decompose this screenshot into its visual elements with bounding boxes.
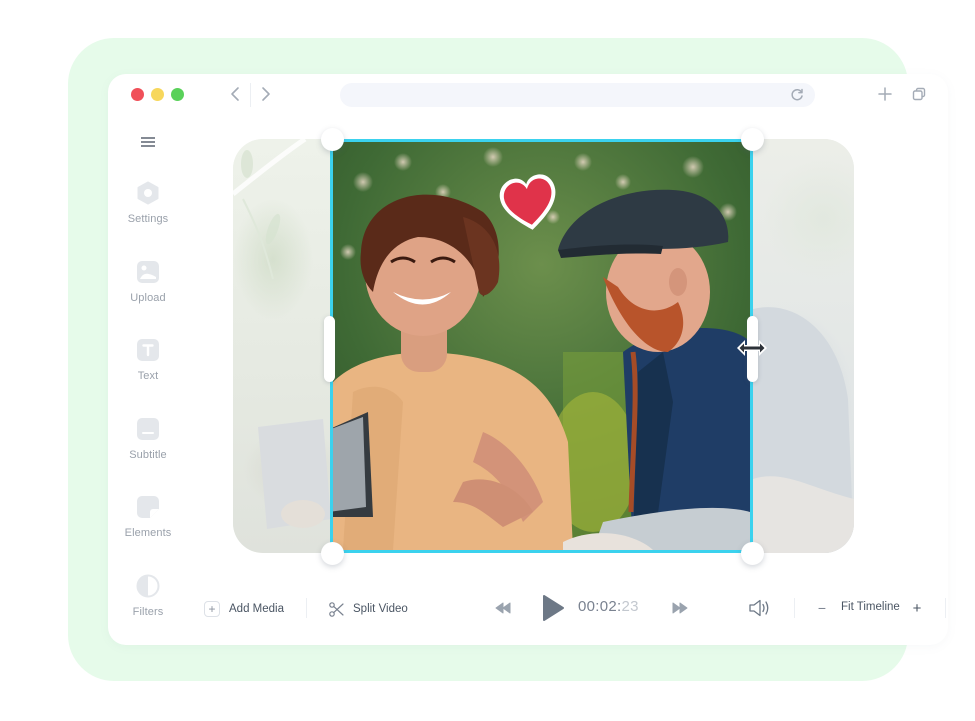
zoom-out-button[interactable]: − — [815, 599, 829, 617]
chevron-left-icon — [231, 87, 239, 101]
resize-handle-left[interactable] — [324, 316, 335, 382]
volume-button[interactable] — [748, 598, 772, 618]
reload-button[interactable] — [788, 86, 806, 104]
split-video-label: Split Video — [353, 603, 408, 615]
fast-forward-button[interactable] — [672, 601, 688, 615]
sidebar-item-label: Settings — [127, 213, 169, 225]
sidebar-item-label: Elements — [124, 527, 172, 539]
image-upload-icon — [136, 260, 160, 284]
play-button[interactable] — [541, 594, 565, 622]
minimize-window-button[interactable] — [151, 88, 164, 101]
timecode-display: 00:02:23 — [578, 598, 639, 615]
add-media-button[interactable]: + Add Media — [204, 598, 284, 620]
reload-icon — [791, 88, 803, 101]
resize-handle-bottom-right[interactable] — [741, 542, 764, 565]
sidebar-item-label: Upload — [130, 292, 166, 304]
resize-handle-right[interactable] — [747, 316, 758, 382]
scissors-icon — [329, 601, 344, 617]
fit-timeline-button[interactable]: Fit Timeline — [841, 601, 900, 613]
sidebar-item-settings[interactable]: Settings — [118, 181, 178, 225]
windows-button[interactable] — [910, 85, 928, 103]
text-icon — [136, 338, 160, 362]
heart-sticker[interactable] — [498, 174, 560, 234]
resize-handle-top-right[interactable] — [741, 128, 764, 151]
rewind-button[interactable] — [495, 601, 511, 615]
sidebar-item-elements[interactable]: Elements — [118, 495, 178, 539]
resize-handle-bottom-left[interactable] — [321, 542, 344, 565]
zoom-in-button[interactable]: + — [910, 599, 924, 617]
hamburger-menu-icon — [141, 137, 155, 147]
new-tab-button[interactable] — [876, 85, 894, 103]
sidebar-item-label: Text — [137, 370, 159, 382]
cropped-area-left — [233, 139, 331, 553]
split-video-button[interactable]: Split Video — [329, 598, 408, 620]
timecode-main: 00:02: — [578, 598, 622, 615]
chevron-right-icon — [262, 87, 270, 101]
sidebar-item-label: Filters — [132, 606, 164, 618]
filter-contrast-icon — [136, 574, 160, 598]
ghost-branch — [233, 139, 307, 280]
address-bar[interactable] — [340, 83, 815, 107]
plus-icon — [878, 87, 892, 101]
back-button[interactable] — [226, 84, 244, 104]
settings-icon — [136, 181, 160, 205]
subtitle-icon — [136, 417, 160, 441]
add-media-label: Add Media — [229, 603, 284, 615]
sidebar-item-filters[interactable]: Filters — [118, 574, 178, 618]
toolbar-divider — [945, 598, 946, 618]
toolbar-divider — [794, 598, 795, 618]
forward-button[interactable] — [257, 84, 275, 104]
sidebar-item-upload[interactable]: Upload — [118, 260, 178, 304]
plus-icon: + — [204, 601, 220, 617]
menu-button[interactable] — [138, 133, 158, 151]
timecode-frames: 23 — [621, 598, 639, 615]
toolbar-divider — [306, 598, 307, 618]
sidebar-item-subtitle[interactable]: Subtitle — [118, 417, 178, 461]
nav-divider — [250, 83, 251, 107]
cropped-area-right — [753, 139, 854, 553]
windows-stack-icon — [912, 87, 926, 101]
resize-handle-top-left[interactable] — [321, 128, 344, 151]
sticker-icon — [136, 495, 160, 519]
maximize-window-button[interactable] — [171, 88, 184, 101]
close-window-button[interactable] — [131, 88, 144, 101]
sidebar-item-text[interactable]: Text — [118, 338, 178, 382]
sidebar-item-label: Subtitle — [129, 449, 167, 461]
ghost-tablet — [258, 419, 331, 529]
